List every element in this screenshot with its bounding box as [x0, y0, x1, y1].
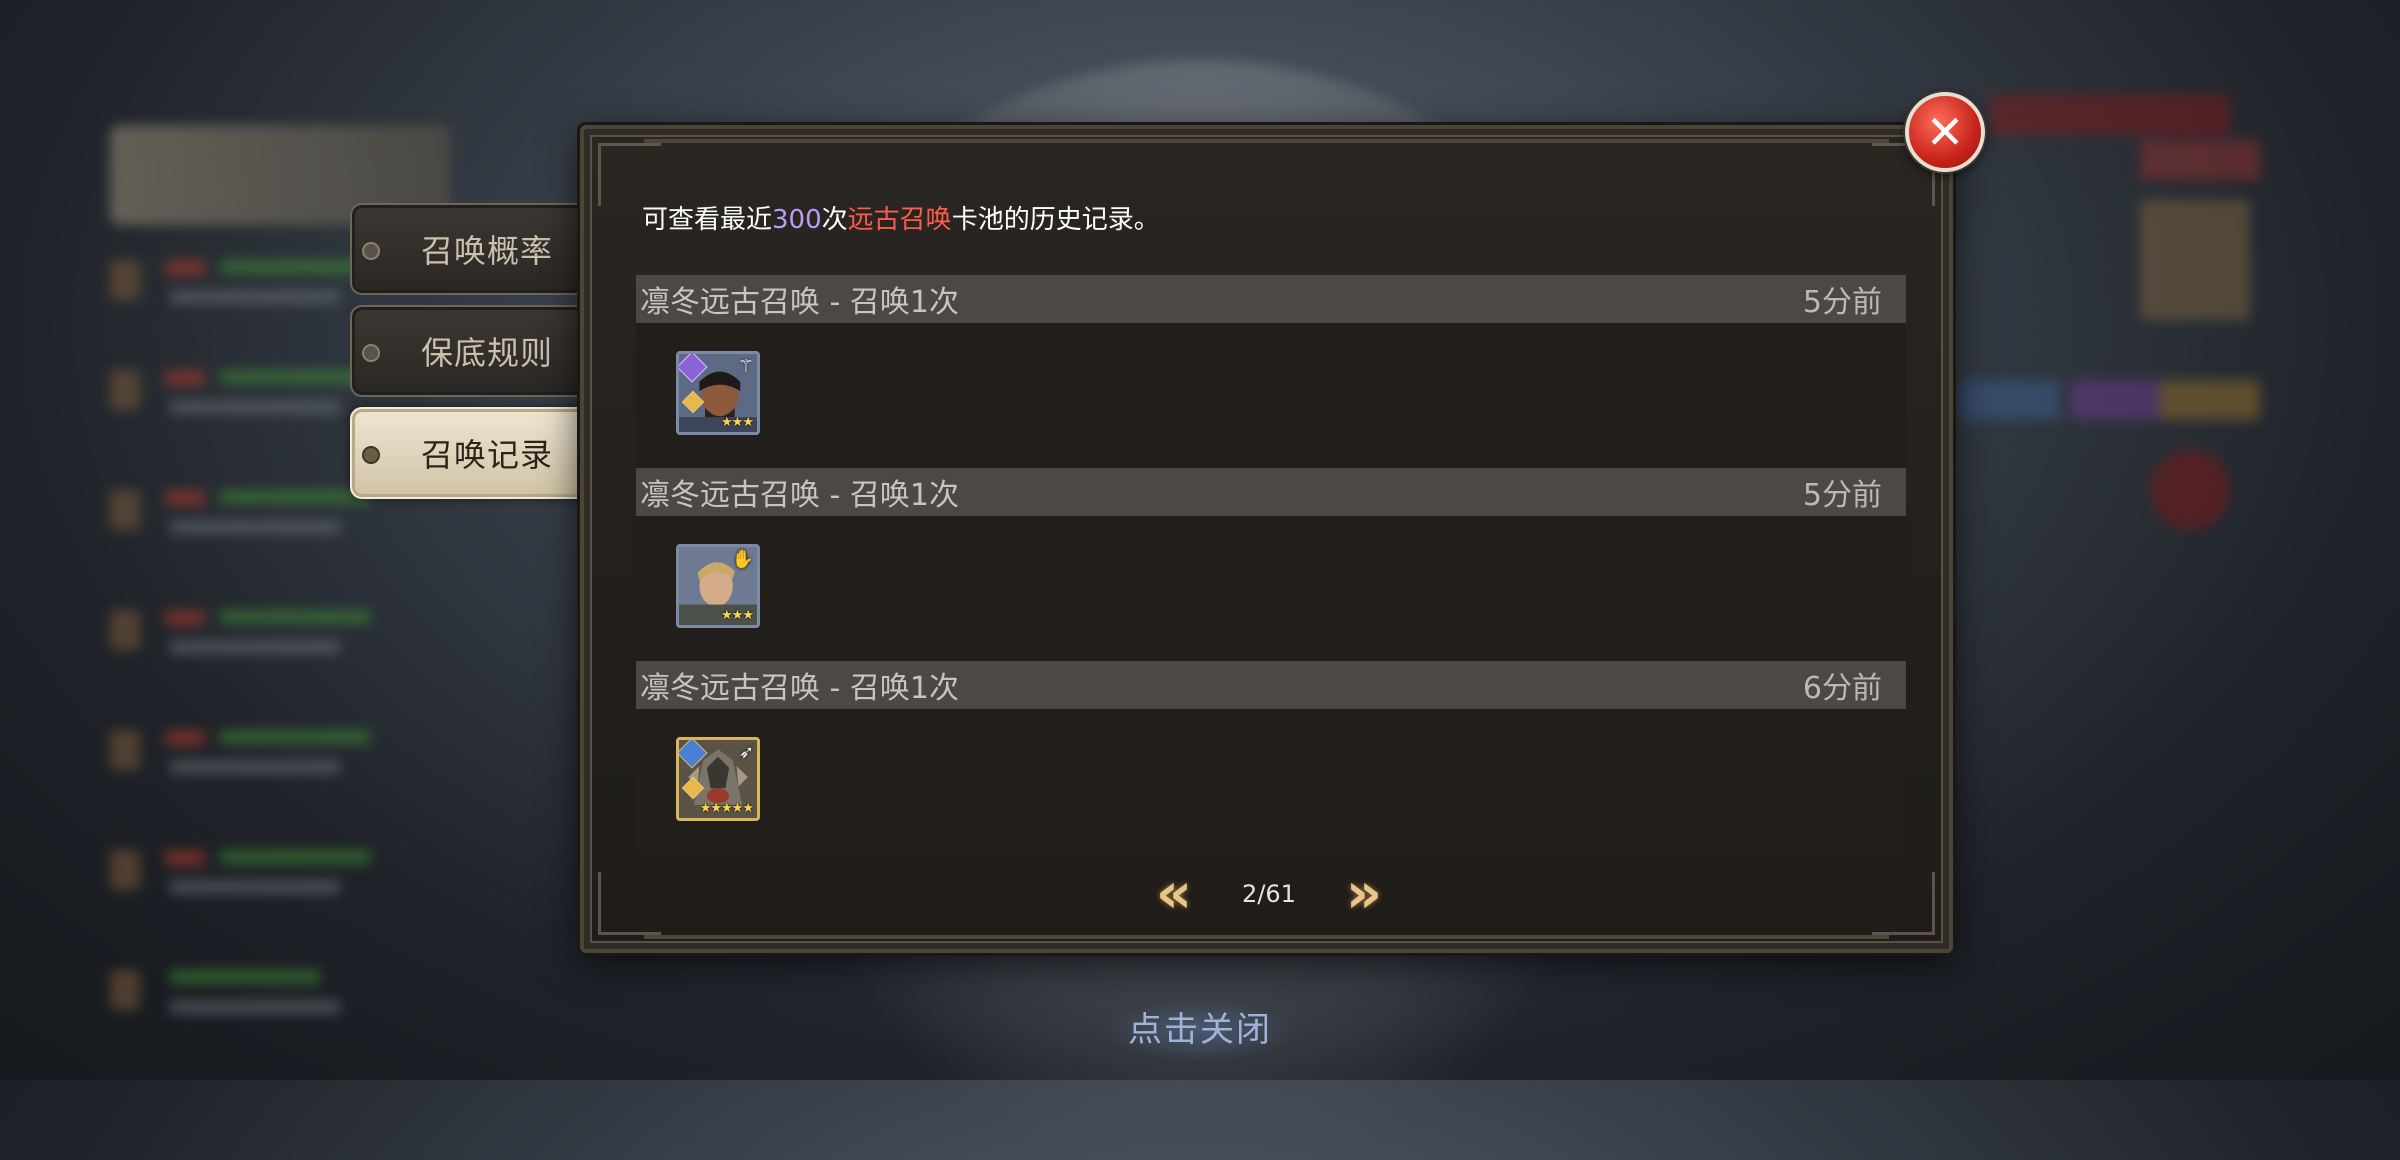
star-rating: ★★★ [721, 608, 754, 623]
tab-pity-rules[interactable]: 保底规则 [350, 305, 594, 397]
pool-name: 远古召唤 [847, 205, 952, 235]
bow-icon: ➶ [738, 742, 754, 763]
corner-ornament [598, 143, 661, 206]
record-title: 凛冬远古召唤 - 召唤1次 [640, 285, 959, 320]
tab-label: 召唤记录 [420, 436, 553, 474]
star-rating: ★★★ [721, 415, 754, 430]
history-count: 300 [772, 205, 822, 235]
record-header: 凛冬远古召唤 - 召唤1次 5分前 [636, 468, 1906, 516]
tab-pin-icon [362, 242, 380, 260]
tab-pin-icon [362, 344, 380, 362]
pagination: « 2/61 » [584, 866, 1949, 922]
record-header: 凛冬远古召唤 - 召唤1次 5分前 [636, 275, 1906, 323]
record-title: 凛冬远古召唤 - 召唤1次 [640, 671, 959, 706]
close-button[interactable]: ✕ [1905, 92, 1985, 172]
records-list[interactable]: 凛冬远古召唤 - 召唤1次 5分前 ⚚ ★★★ 凛冬远古召唤 - 召唤1次 5分… [636, 275, 1906, 854]
frame-trim [644, 935, 1889, 939]
page-indicator: 2/61 [1242, 880, 1296, 908]
record-time: 6分前 [1802, 671, 1882, 706]
hero-card[interactable]: ⚚ ★★★ [676, 351, 760, 435]
hands-icon: ✋ [731, 549, 754, 570]
tab-summon-probability[interactable]: 召唤概率 [350, 203, 594, 295]
tab-label: 保底规则 [420, 334, 553, 372]
close-icon: ✕ [1925, 105, 1965, 159]
list-item: 凛冬远古召唤 - 召唤1次 6分前 ➶ ★★★★★ [636, 661, 1906, 854]
hero-card[interactable]: ➶ ★★★★★ [676, 737, 760, 821]
staff-icon: ⚚ [737, 356, 754, 377]
tap-to-close-hint[interactable]: 点击关闭 [1110, 1000, 1290, 1060]
record-time: 5分前 [1802, 285, 1882, 320]
next-page-button[interactable]: » [1334, 866, 1394, 922]
star-rating: ★★★★★ [699, 801, 754, 816]
summon-history-dialog: 可查看最近300次远古召唤卡池的历史记录。 凛冬远古召唤 - 召唤1次 5分前 [580, 125, 1953, 953]
tab-label: 召唤概率 [420, 232, 553, 270]
tab-summon-history[interactable]: 召唤记录 [350, 407, 594, 499]
frame-trim [644, 139, 1889, 143]
hero-card[interactable]: ✋ ★★★ [676, 544, 760, 628]
tab-pin-icon [362, 446, 380, 464]
history-description: 可查看最近300次远古召唤卡池的历史记录。 [642, 205, 1160, 235]
record-header: 凛冬远古召唤 - 召唤1次 6分前 [636, 661, 1906, 709]
list-item: 凛冬远古召唤 - 召唤1次 5分前 ✋ ★★★ [636, 468, 1906, 661]
list-item: 凛冬远古召唤 - 召唤1次 5分前 ⚚ ★★★ [636, 275, 1906, 468]
record-time: 5分前 [1802, 478, 1882, 513]
prev-page-button[interactable]: « [1144, 866, 1204, 922]
record-title: 凛冬远古召唤 - 召唤1次 [640, 478, 959, 513]
